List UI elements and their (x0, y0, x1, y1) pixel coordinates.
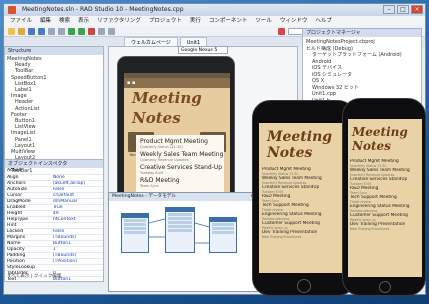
home-button[interactable] (297, 279, 311, 293)
meeting-subtitle: Quarterly Status (11:30) (140, 145, 183, 149)
phone-front: Meeting Notes Product Mgmt Meeting Quarte… (342, 98, 426, 296)
menu-item[interactable]: ファイル (10, 16, 32, 26)
relationship-lines (148, 218, 210, 244)
cut-icon[interactable] (48, 27, 55, 35)
new-icon[interactable] (8, 27, 15, 35)
phone-screen: Meeting Notes Product Mgmt Meeting Quarte… (259, 123, 351, 273)
structure-header: Structure (5, 47, 103, 55)
help-icon[interactable] (278, 27, 285, 35)
home-button[interactable] (379, 281, 391, 293)
step-into-icon[interactable] (108, 27, 115, 35)
project-manager-header: プロジェクトマネージャ (303, 29, 421, 37)
step-over-icon[interactable] (98, 27, 105, 35)
minimize-button[interactable]: – (383, 5, 395, 14)
menu-item[interactable]: 検索 (59, 16, 70, 26)
window-title: MeetingNotes.sln - RAD Studio 10 - Meeti… (22, 6, 184, 13)
menu-item[interactable]: リファクタリング (97, 16, 141, 26)
menu-item[interactable]: 表示 (78, 16, 89, 26)
meeting-title[interactable]: Creative Services Stand-Up (140, 164, 222, 171)
meeting-subtitle: Quarterly Revenue Updates (140, 158, 189, 162)
menu-item[interactable]: 実行 (190, 16, 201, 26)
project-node[interactable]: ターゲットプラットフォーム (Android) (306, 52, 418, 59)
phone-screen: Meeting Notes Product Mgmt Meeting Quarte… (348, 119, 422, 277)
run-icon[interactable] (68, 27, 75, 35)
menu-item[interactable]: 編集 (40, 16, 51, 26)
data-diagram: MeetingNotes - データモデル × (108, 192, 258, 292)
device-selector[interactable]: Google Nexus 5 (178, 46, 228, 54)
close-button[interactable]: × (411, 5, 423, 14)
menu-item[interactable]: ウィンドウ (280, 16, 308, 26)
inspector-footer[interactable]: すべて表示 | クイック編集 (7, 273, 62, 279)
object-inspector-header: オブジェクトインスペクタ (5, 160, 103, 168)
menu-item[interactable]: プロジェクト (149, 16, 182, 26)
app-title: Meeting Notes (267, 129, 333, 161)
meeting-subtitle: New Training Procedures (262, 235, 302, 239)
meeting-title[interactable]: Weekly Sales Team Meeting (140, 151, 223, 158)
app-title: Meeting Notes (132, 89, 202, 127)
menu-item[interactable]: ヘルプ (315, 16, 332, 26)
phone-large: Meeting Notes Product Mgmt Meeting Quarte… (252, 100, 356, 296)
copy-icon[interactable] (58, 27, 65, 35)
meeting-list: Product Mgmt Meeting Quarterly Status (11… (136, 135, 224, 193)
run-without-debug-icon[interactable] (78, 27, 85, 35)
menu-item[interactable]: ツール (255, 16, 272, 26)
open-icon[interactable] (18, 27, 25, 35)
stop-icon[interactable] (88, 27, 95, 35)
meeting-title[interactable]: Product Mgmt Meeting (140, 138, 220, 145)
meeting-title[interactable]: R&D Meeting (140, 177, 220, 184)
object-inspector: オブジェクトインスペクタ Action Align None Anchors [akLe… (5, 159, 103, 283)
meeting-subtitle: Team Sync (140, 184, 159, 188)
structure-panel: Structure MeetingNotes Ready ToolBar SpeedB… (4, 46, 104, 283)
action-bar: ▪ ▪ (124, 78, 230, 88)
menu-item[interactable]: コンポーネント (209, 16, 248, 26)
maximize-button[interactable]: □ (397, 5, 409, 14)
menu-bar: ファイル 編集 検索 表示 リファクタリング プロジェクト 実行 コンポーネント ツール ウィンド… (4, 16, 425, 26)
meeting-subtitle: New Training Procedures (350, 227, 390, 231)
title-bar: MeetingNotes.sln - RAD Studio 10 - Meeti… (4, 4, 425, 16)
save-icon[interactable] (28, 27, 35, 35)
designer-phone: ▪ ▪ Meeting Notes RecentPosts Rundown Pr… (117, 56, 235, 206)
meeting-subtitle: Tuesday 8:00 (140, 171, 164, 175)
app-icon (8, 6, 16, 14)
save-all-icon[interactable] (38, 27, 45, 35)
structure-tree: MeetingNotes Ready ToolBar SpeedButton1 List… (5, 55, 103, 175)
app-title: Meeting Notes (352, 125, 408, 153)
